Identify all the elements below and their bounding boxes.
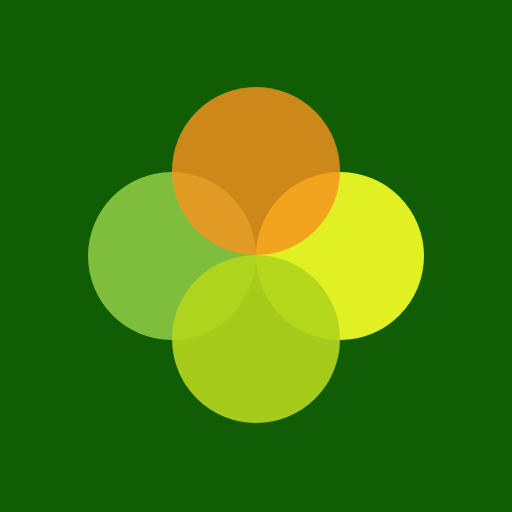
app-icon-background bbox=[0, 0, 512, 512]
four-overlapping-circles-icon bbox=[88, 87, 424, 423]
circle-bottom bbox=[172, 255, 340, 423]
circle-top bbox=[172, 87, 340, 255]
